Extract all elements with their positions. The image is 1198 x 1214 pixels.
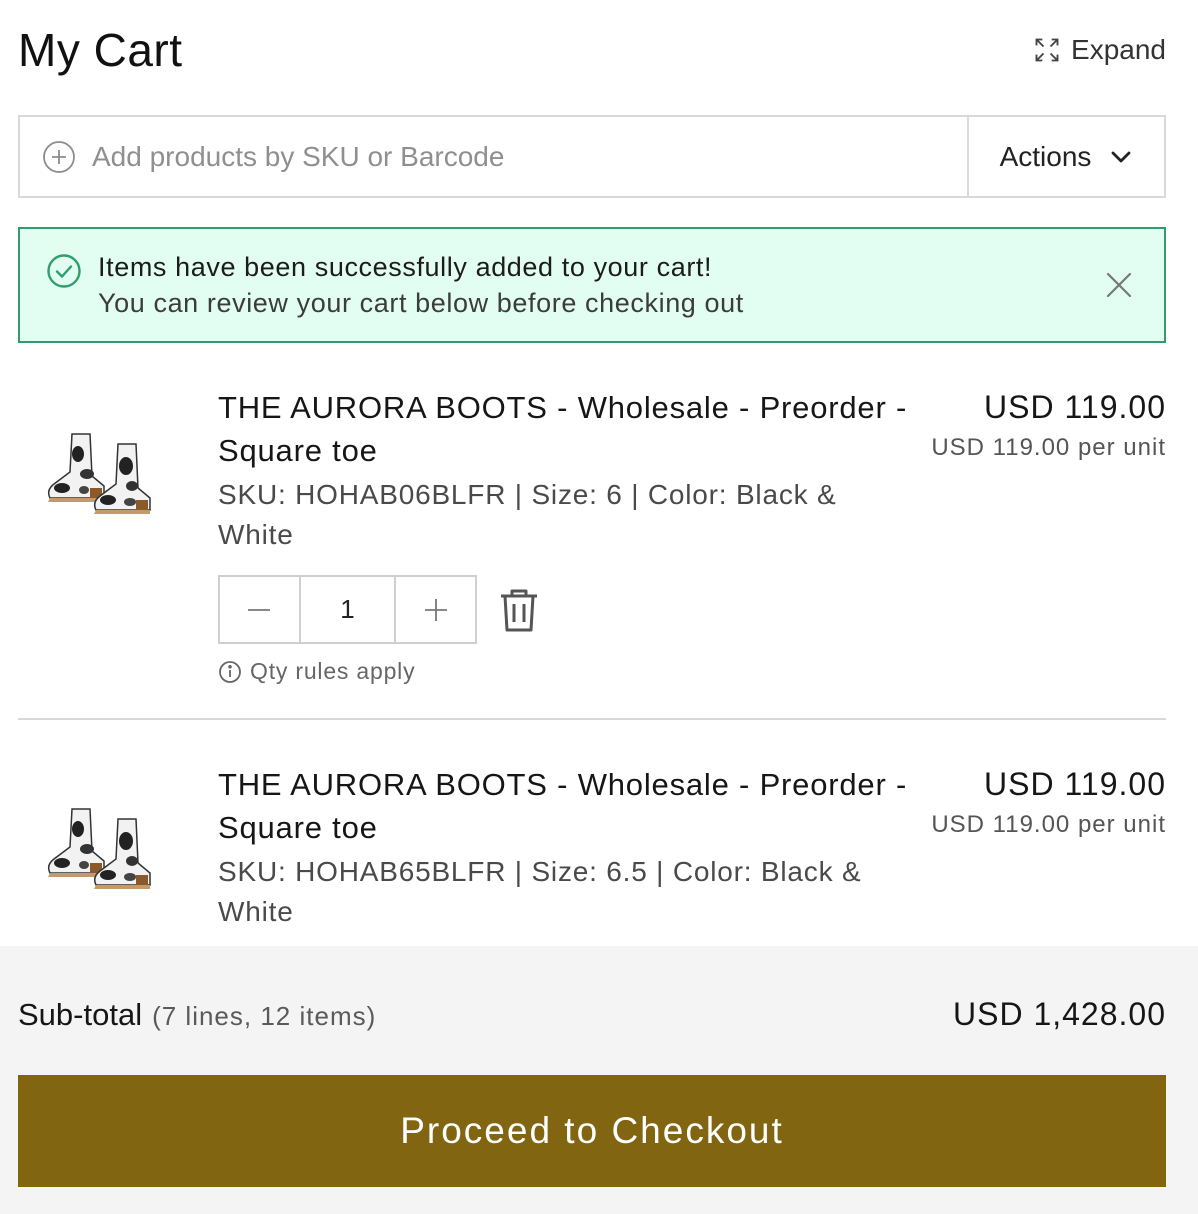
product-meta: SKU: HOHAB65BLFR | Size: 6.5 | Color: Bl…: [218, 856, 862, 927]
line-price: USD 119.00: [984, 389, 1166, 425]
check-circle-icon: [47, 254, 81, 288]
quantity-value[interactable]: 1: [298, 577, 397, 642]
proceed-to-checkout-button[interactable]: Proceed to Checkout: [18, 1075, 1166, 1187]
add-products-field[interactable]: [20, 117, 967, 196]
cart-header: My Cart Expand: [18, 18, 1166, 82]
minus-icon: [248, 608, 271, 611]
qty-rules-text: Qty rules apply: [250, 658, 416, 684]
trash-icon[interactable]: [497, 586, 541, 634]
cart-item: THE AURORA BOOTS - Wholesale - Preorder …: [18, 763, 1166, 943]
page-title: My Cart: [18, 24, 183, 76]
subtotal-counts: (7 lines, 12 items): [152, 1001, 377, 1031]
product-name[interactable]: THE AURORA BOOTS - Wholesale - Preorder …: [218, 386, 918, 472]
plus-circle-icon: [43, 140, 75, 173]
cart-footer: Sub-total (7 lines, 12 items) USD 1,428.0…: [0, 946, 1198, 1214]
decrease-quantity-button[interactable]: [220, 577, 299, 642]
chevron-down-icon: [1112, 151, 1131, 162]
alert-title: Items have been successfully added to yo…: [98, 252, 713, 282]
unit-price: USD 119.00 per unit: [931, 811, 1166, 838]
close-icon[interactable]: [1104, 270, 1134, 300]
success-alert: Items have been successfully added to yo…: [18, 227, 1166, 343]
expand-button[interactable]: Expand: [1033, 34, 1166, 66]
increase-quantity-button[interactable]: [396, 577, 475, 642]
actions-dropdown[interactable]: Actions: [967, 117, 1164, 196]
sku-search-input[interactable]: [92, 140, 967, 173]
cart-item: THE AURORA BOOTS - Wholesale - Preorder …: [18, 386, 1166, 706]
add-products-bar: Actions: [18, 115, 1166, 198]
item-divider: [18, 718, 1166, 720]
alert-message: You can review your cart below before ch…: [98, 288, 744, 318]
plus-icon: [424, 598, 447, 621]
product-meta: SKU: HOHAB06BLFR | Size: 6 | Color: Blac…: [218, 479, 837, 550]
subtotal-row: Sub-total (7 lines, 12 items) USD 1,428.0…: [18, 996, 1166, 1033]
quantity-stepper: 1: [218, 575, 477, 644]
boots-thumbnail: [47, 808, 151, 889]
info-icon: [219, 660, 241, 683]
subtotal-label: Sub-total: [18, 997, 143, 1032]
subtotal-value: USD 1,428.00: [952, 996, 1166, 1032]
product-name[interactable]: THE AURORA BOOTS - Wholesale - Preorder …: [218, 763, 918, 849]
line-price: USD 119.00: [984, 766, 1166, 802]
expand-label: Expand: [1071, 34, 1166, 65]
expand-icon: [1035, 38, 1059, 62]
actions-label: Actions: [999, 140, 1092, 172]
qty-rules-note: Qty rules apply: [218, 658, 918, 685]
boots-thumbnail: [47, 433, 151, 514]
unit-price: USD 119.00 per unit: [931, 434, 1166, 461]
